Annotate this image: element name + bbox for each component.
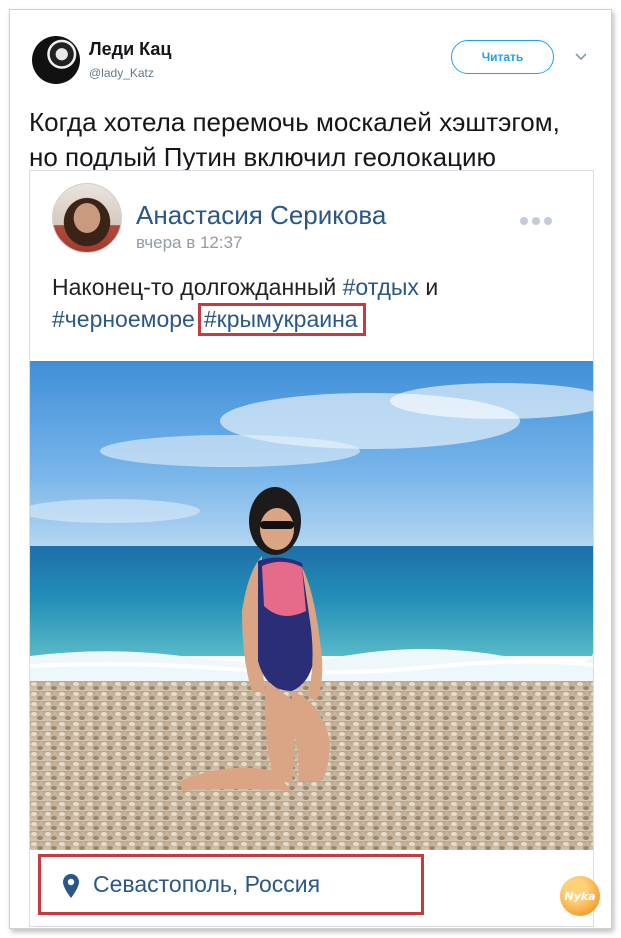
post-text-mid: и (418, 274, 439, 300)
tweet-text: Когда хотела перемочь москалей хэштэгом,… (29, 105, 599, 175)
author-avatar[interactable] (32, 36, 80, 84)
author-name[interactable]: Леди Кац (89, 39, 171, 60)
author-handle[interactable]: @lady_Katz (89, 66, 154, 80)
site-watermark-logo: Nyka (560, 876, 600, 916)
map-pin-icon (63, 874, 79, 898)
more-dots-icon[interactable] (520, 217, 552, 225)
location-text: Севастополь, Россия (93, 871, 321, 897)
hashtag-link[interactable]: #отдых (343, 274, 419, 300)
tweet-card: Леди Кац @lady_Katz Читать Когда хотела … (9, 9, 612, 929)
post-text-line: Наконец-то долгожданный #отдых и (52, 271, 582, 303)
beach-photo (30, 361, 593, 850)
post-timestamp[interactable]: вчера в 12:37 (136, 233, 243, 253)
highlighted-hashtag-link[interactable]: #крымукраина (197, 303, 366, 336)
tweet-text-line: Когда хотела перемочь москалей хэштэгом, (29, 107, 560, 137)
post-text-line: #черноеморе #крымукраина (52, 303, 582, 336)
post-author-name[interactable]: Анастасия Серикова (136, 200, 386, 231)
follow-button[interactable]: Читать (451, 40, 554, 74)
post-text-prefix: Наконец-то долгожданный (52, 274, 343, 300)
post-photo[interactable] (30, 361, 593, 850)
post-text: Наконец-то долгожданный #отдых и #черное… (52, 271, 582, 336)
embedded-post: Анастасия Серикова вчера в 12:37 Наконец… (29, 170, 594, 927)
chevron-down-icon[interactable] (573, 48, 589, 64)
post-author-avatar[interactable] (52, 183, 122, 253)
location-link[interactable]: Севастополь, Россия (38, 854, 424, 915)
hashtag-link[interactable]: #черноеморе (52, 306, 195, 332)
